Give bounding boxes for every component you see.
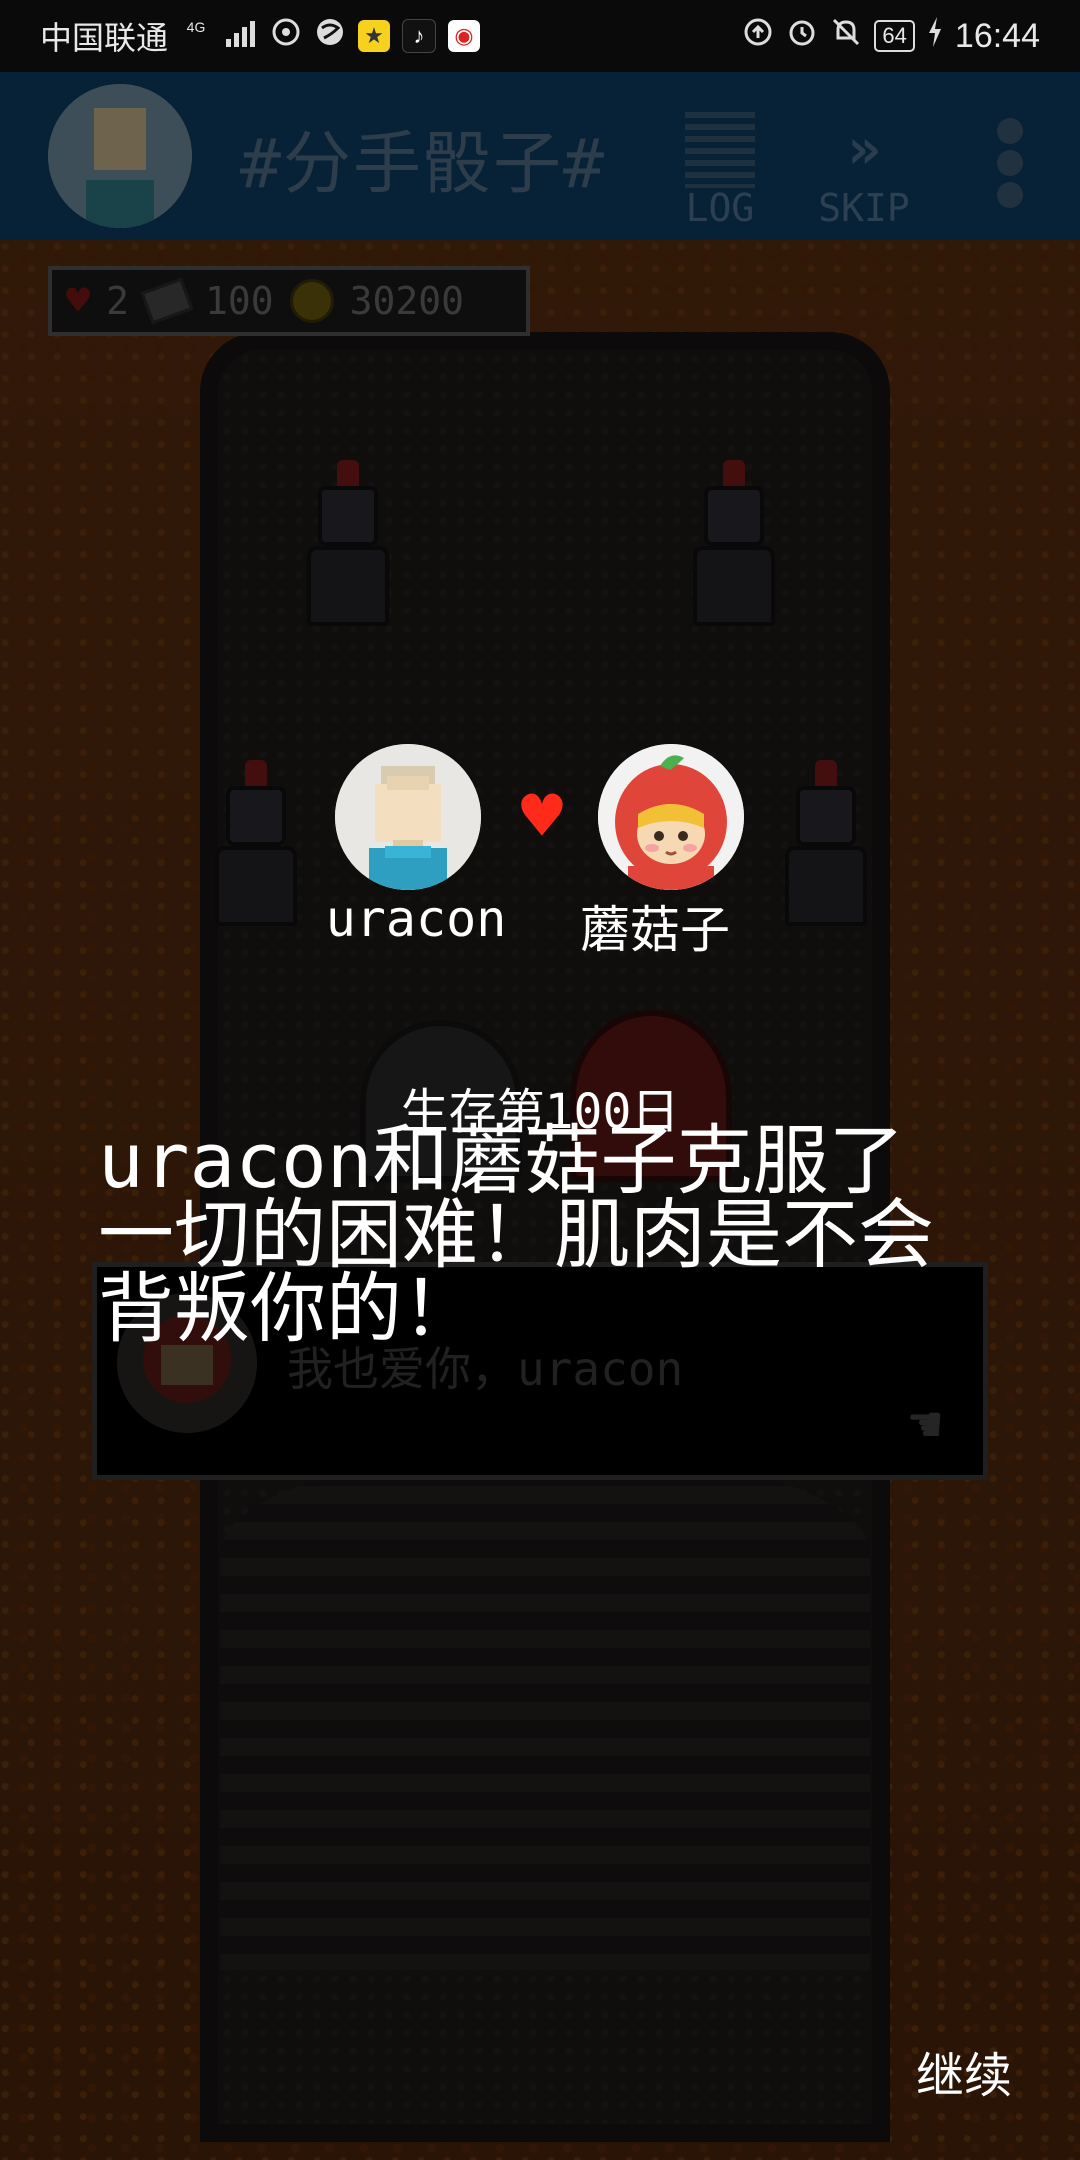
- continue-button[interactable]: 继续: [916, 2036, 1012, 2106]
- game-screen: 中国联通 4G ★ ♪ ◉ 64 16:44 #分手骰子# LOG » SKIP…: [0, 0, 1080, 2160]
- mute-icon: [830, 16, 862, 56]
- data-saver-icon: [742, 16, 774, 56]
- globe-icon: [314, 16, 346, 56]
- map-app-icon: ◉: [448, 20, 481, 52]
- alarm-icon: [786, 16, 818, 56]
- status-bar: 中国联通 4G ★ ♪ ◉ 64 16:44: [0, 0, 1080, 72]
- weibo-icon: [270, 16, 302, 56]
- battery-icon: 64: [874, 20, 915, 52]
- star-app-icon: ★: [358, 20, 391, 52]
- dim-overlay[interactable]: [0, 72, 1080, 2160]
- network-icon: 4G: [186, 19, 206, 35]
- carrier-label: 中国联通: [40, 20, 169, 56]
- clock: 16:44: [954, 16, 1040, 55]
- signal-icon: [224, 18, 258, 55]
- tiktok-app-icon: ♪: [402, 19, 437, 53]
- charging-icon: [927, 17, 943, 55]
